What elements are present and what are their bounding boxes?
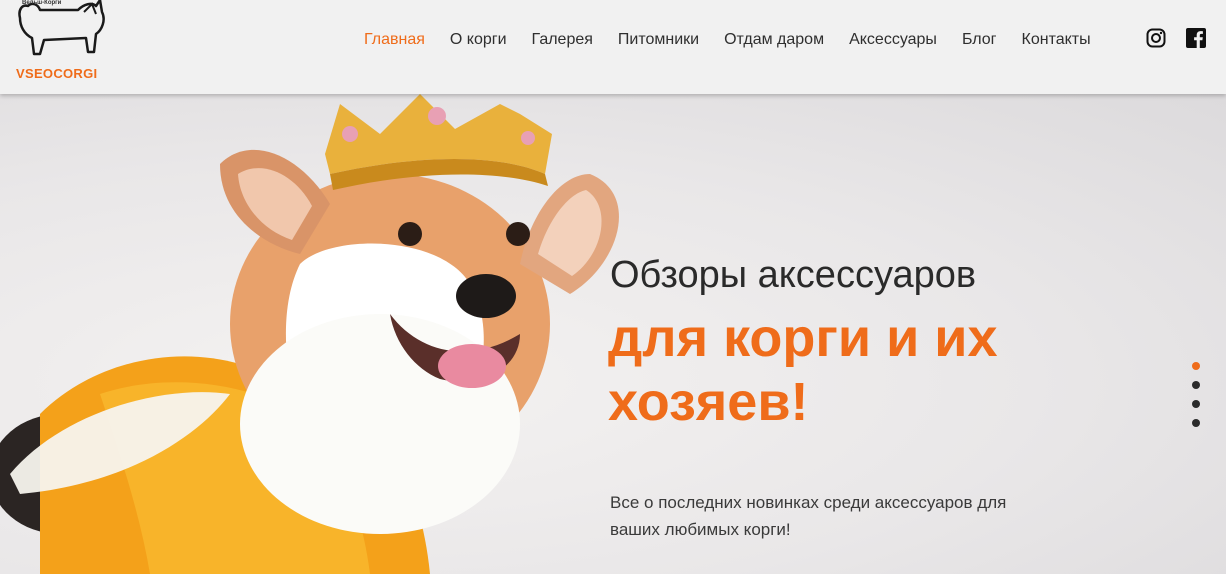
instagram-icon[interactable] <box>1146 28 1166 48</box>
nav-item-kennels[interactable]: Питомники <box>618 29 699 51</box>
slide-dot-2[interactable] <box>1192 381 1200 389</box>
nav-item-blog[interactable]: Блог <box>962 29 997 51</box>
hero-slider: Обзоры аксессуаров для корги и их хозяев… <box>0 94 1226 574</box>
logo-text: VSEOCORGI <box>16 66 98 81</box>
slide-dot-3[interactable] <box>1192 400 1200 408</box>
corgi-hero-image <box>0 94 619 574</box>
hero-headline: Обзоры аксессуаров <box>610 254 977 296</box>
logo-tagline: Вельш-Корги <box>22 0 62 6</box>
hero-subtext: Все о последних новинках среди аксессуар… <box>610 493 1007 539</box>
nav-item-gallery[interactable]: Галерея <box>532 29 593 51</box>
slider-pagination <box>1192 362 1200 427</box>
nav-item-about-corgi[interactable]: О корги <box>450 29 507 51</box>
nav-item-give-away[interactable]: Отдам даром <box>724 29 824 51</box>
main-nav: Главная О корги Галерея Питомники Отдам … <box>364 29 1116 51</box>
nav-item-accessories[interactable]: Аксессуары <box>849 29 937 51</box>
nav-item-home[interactable]: Главная <box>364 29 425 51</box>
facebook-icon[interactable] <box>1186 28 1206 48</box>
site-header: Вельш-Корги VSEOCORGI Главная О корги Га… <box>0 0 1226 94</box>
site-logo[interactable]: Вельш-Корги VSEOCORGI <box>14 0 106 88</box>
corgi-logo-icon <box>18 0 105 56</box>
social-links <box>1146 28 1206 48</box>
slide-dot-4[interactable] <box>1192 419 1200 427</box>
slide-dot-1[interactable] <box>1192 362 1200 370</box>
hero-headline-accent: для корги и их хозяев! <box>608 308 998 432</box>
nav-item-contacts[interactable]: Контакты <box>1022 29 1091 51</box>
